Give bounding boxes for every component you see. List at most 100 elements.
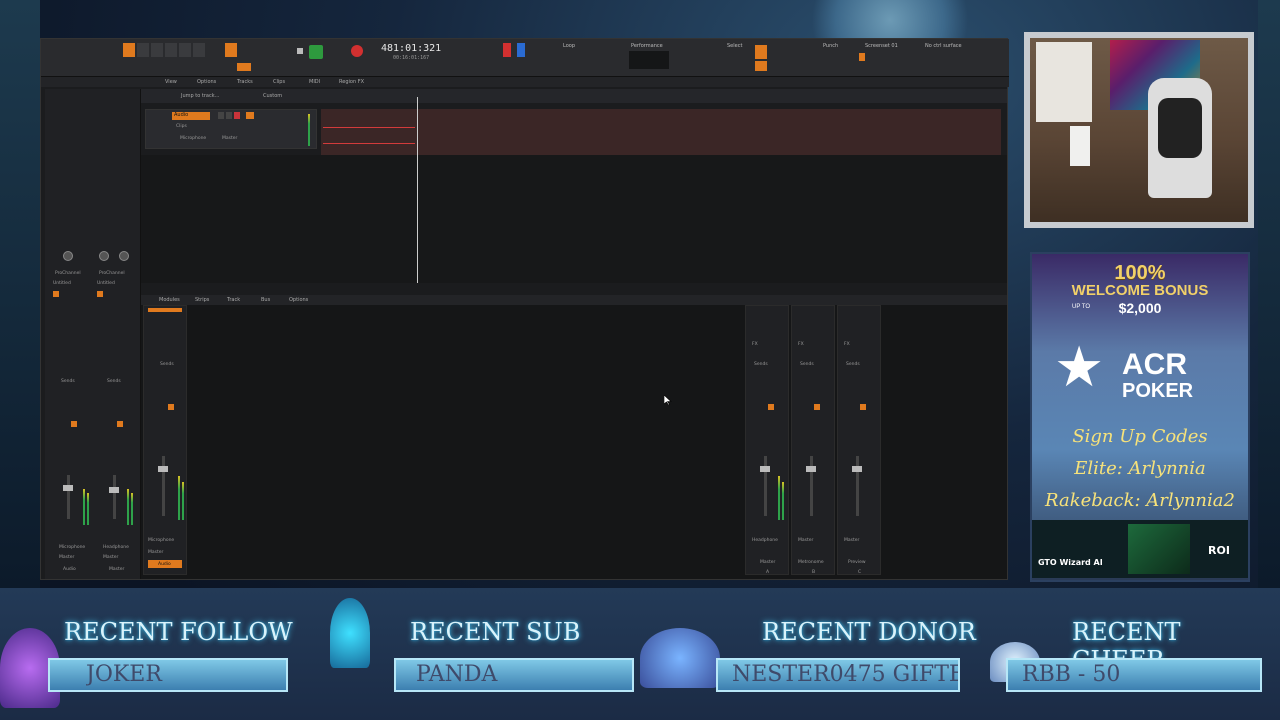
screenset-label[interactable]: Screenset 01 xyxy=(865,43,898,49)
poker-brand: POKER xyxy=(1122,380,1194,402)
punch-section: Punch xyxy=(823,43,839,49)
strip-a-letter: A xyxy=(766,570,770,575)
console-strip-metronome[interactable]: FX Sends Master Metronome B xyxy=(791,305,835,575)
strip-a-fx: FX xyxy=(752,342,758,347)
console-menu-track[interactable]: Track xyxy=(227,297,240,303)
strip-c-fader-track xyxy=(856,456,859,516)
strip-a-fader[interactable] xyxy=(760,466,770,472)
now-time-playhead[interactable] xyxy=(417,97,418,283)
edit-tool-button[interactable] xyxy=(165,43,177,57)
recording-clip-waveform[interactable] xyxy=(323,127,415,128)
strip-input[interactable]: Microphone xyxy=(148,538,174,543)
strip-c-output[interactable]: Master xyxy=(844,538,859,543)
strip-output[interactable]: Master xyxy=(148,550,163,555)
fader-track-2 xyxy=(113,475,116,519)
performance-section: Performance xyxy=(631,43,663,49)
strip-b-fx: FX xyxy=(798,342,804,347)
prochannel-power-2[interactable] xyxy=(97,291,103,297)
stop-button[interactable] xyxy=(297,48,303,54)
input-echo-button[interactable] xyxy=(246,112,254,119)
strip-a-output[interactable]: Headphone xyxy=(752,538,778,543)
erase-tool-button[interactable] xyxy=(193,43,205,57)
clip-lane[interactable] xyxy=(321,109,1001,155)
play-button[interactable] xyxy=(309,45,323,59)
solo-button[interactable] xyxy=(226,112,232,119)
snap-button[interactable] xyxy=(225,43,237,57)
prochannel-preset-1[interactable]: Untitled xyxy=(53,281,71,286)
gain-knob[interactable] xyxy=(63,251,73,261)
jump-to-track[interactable]: Jump to track... xyxy=(181,93,219,99)
track-filter[interactable]: Custom xyxy=(263,93,282,99)
draw-tool-button[interactable] xyxy=(179,43,191,57)
smart-tool-button[interactable] xyxy=(123,43,135,57)
strip-c-bus: Preview xyxy=(848,560,866,565)
empty-track-area[interactable] xyxy=(141,155,1007,283)
ch1-output[interactable]: Microphone xyxy=(59,545,85,550)
console-menu-options[interactable]: Options xyxy=(289,297,308,303)
menu-region-fx[interactable]: Region FX xyxy=(339,79,364,85)
recording-clip-waveform-2[interactable] xyxy=(323,143,415,144)
level-meter-1 xyxy=(83,489,85,525)
volume-fader-1[interactable] xyxy=(63,485,73,491)
select-tool-button[interactable] xyxy=(137,43,149,57)
ch2-bus[interactable]: Master xyxy=(103,555,118,560)
record-button[interactable] xyxy=(351,45,363,57)
strip-b-fader[interactable] xyxy=(806,466,816,472)
snap-value-button[interactable] xyxy=(237,63,251,71)
track-meter xyxy=(308,114,310,146)
strip-name[interactable]: Audio xyxy=(158,562,171,567)
menu-view[interactable]: View xyxy=(165,79,177,85)
gto-wizard-ad: GTO Wizard AI ROI xyxy=(1032,520,1248,578)
menu-tracks[interactable]: Tracks xyxy=(237,79,253,85)
menu-clips[interactable]: Clips xyxy=(273,79,285,85)
console-strip-audio[interactable]: Sends Microphone Master Audio xyxy=(143,305,187,575)
loop-mode-button[interactable] xyxy=(517,43,525,57)
strip-b-output[interactable]: Master xyxy=(798,538,813,543)
track-header-audio[interactable]: Audio Clips Microphone Master xyxy=(145,109,317,149)
screenset-1-button[interactable] xyxy=(859,53,865,61)
move-tool-button[interactable] xyxy=(151,43,163,57)
strip-c-fader[interactable] xyxy=(852,466,862,472)
mushroom-decor-2 xyxy=(330,598,370,668)
read-automation-2[interactable] xyxy=(117,421,123,427)
console-strip-headphone[interactable]: FX Sends Headphone Master A xyxy=(745,305,789,575)
mute-button[interactable] xyxy=(218,112,224,119)
time-ruler[interactable] xyxy=(321,91,1001,101)
strip-volume-fader[interactable] xyxy=(158,466,168,472)
track-input[interactable]: Microphone xyxy=(180,136,206,141)
strip-read-automation[interactable] xyxy=(168,404,174,410)
gain-knob-2[interactable] xyxy=(99,251,109,261)
strip-c-read[interactable] xyxy=(860,404,866,410)
track-output[interactable]: Master xyxy=(222,136,237,141)
read-automation-1[interactable] xyxy=(71,421,77,427)
menu-midi[interactable]: MIDI xyxy=(309,79,320,85)
console-menu-modules[interactable]: Modules xyxy=(159,297,180,303)
trim-knob-2[interactable] xyxy=(119,251,129,261)
recent-donor-box: NESTER0475 GIFTED 1 xyxy=(716,658,960,692)
background-left-foliage xyxy=(0,0,40,590)
clips-label: Clips xyxy=(176,124,187,129)
select-grid-button[interactable] xyxy=(755,45,767,59)
record-arm-button[interactable] xyxy=(234,112,240,119)
menu-options[interactable]: Options xyxy=(197,79,216,85)
volume-fader-2[interactable] xyxy=(109,487,119,493)
transport-timecode[interactable]: 481:01:321 xyxy=(381,43,441,54)
prochannel-preset-2[interactable]: Untitled xyxy=(97,281,115,286)
acr-star-logo-icon: ★ xyxy=(1054,335,1105,400)
console-strip-preview[interactable]: FX Sends Master Preview C xyxy=(837,305,881,575)
strip-color-bar xyxy=(148,308,182,312)
ch2-output[interactable]: Headphone xyxy=(103,545,129,550)
webcam-cabinet xyxy=(1070,126,1090,166)
strip-b-read[interactable] xyxy=(814,404,820,410)
auto-punch-button[interactable] xyxy=(755,61,767,71)
track-name[interactable]: Audio xyxy=(172,112,210,120)
ch1-bus[interactable]: Master xyxy=(59,555,74,560)
recent-donor-title: RECENT DONOR xyxy=(762,618,976,646)
console-menu-strips[interactable]: Strips xyxy=(195,297,209,303)
metronome-button[interactable] xyxy=(503,43,511,57)
strip-a-read[interactable] xyxy=(768,404,774,410)
console-menu-bus[interactable]: Bus xyxy=(261,297,270,303)
strip-b-letter: B xyxy=(812,570,816,575)
control-surface-label[interactable]: No ctrl surface xyxy=(925,43,962,49)
prochannel-power-1[interactable] xyxy=(53,291,59,297)
